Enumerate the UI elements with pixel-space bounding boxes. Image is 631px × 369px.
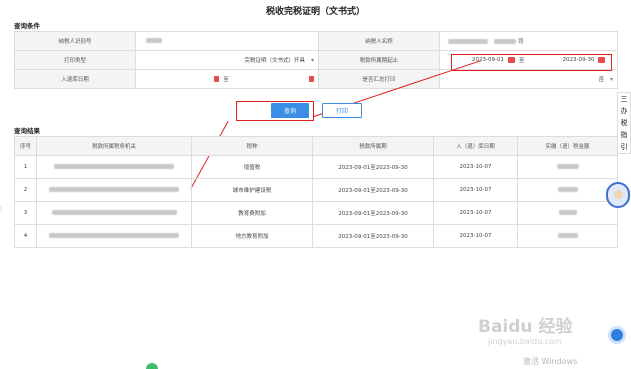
query-results-title: 查询结果 [14,127,40,135]
tax-guide-sidebar[interactable]: 三 办 税 指 引 [617,92,631,154]
column-header: 税种 [191,136,313,156]
storage-date-separator: 至 [223,77,229,83]
help-icon[interactable] [608,326,626,344]
chevron-down-icon: ▾ [609,75,613,83]
print-button[interactable]: 打印 [322,103,362,118]
taxpayer-id-label: 纳税人识别号 [14,31,136,51]
table-row[interactable]: 2 城市维护建设税 2023-09-01至2023-09-30 2023-10-… [14,178,618,202]
calendar-icon[interactable] [308,76,314,82]
taxpayer-id-field[interactable] [135,31,319,51]
watermark-logo: Baidu 经验 [478,317,573,337]
tax-period-label: 税款所属期起止 [318,50,440,70]
column-header: 入（退）库日期 [433,136,518,156]
results-header-row: 序号 税款所属税务机关 税种 税款所属期 入（退）库日期 实缴（退）税金额 [14,136,618,156]
summary-print-value: 否 [598,77,604,83]
watermark-url: jingyan.baidu.com [488,337,562,346]
query-button[interactable]: 查询 [271,103,309,118]
storage-date-range[interactable]: 至 [135,69,319,89]
results-table: 序号 税款所属税务机关 税种 税款所属期 入（退）库日期 实缴（退）税金额 1 … [14,136,618,248]
print-type-select[interactable]: 完税证明（文书式）开具 ▾ [135,50,319,70]
taxpayer-name-suffix: 司 [518,39,524,45]
status-dot-icon [146,363,158,369]
taxpayer-name-label: 纳税人名称 [318,31,440,51]
summary-print-select[interactable]: 否 ▾ [439,69,618,89]
query-conditions-title: 查询条件 [14,22,40,30]
column-header: 税款所属期 [312,136,434,156]
table-row[interactable]: 3 教育费附加 2023-09-01至2023-09-30 2023-10-07 [14,201,618,225]
column-header: 税款所属税务机关 [36,136,192,156]
column-header: 序号 [14,136,37,156]
calendar-icon[interactable] [214,76,220,82]
assistant-avatar-icon[interactable] [606,182,630,208]
storage-date-label: 入退库日期 [14,69,136,89]
table-row[interactable]: 1 增值税 2023-09-01至2023-09-30 2023-10-07 [14,155,618,179]
page-title: 税收完税证明（文书式） [265,7,365,17]
chevron-down-icon: ▾ [310,56,314,64]
print-type-value: 完税证明（文书式）开具 [244,58,305,64]
print-type-label: 打印类型 [14,50,136,70]
scroll-marker: | [0,206,3,213]
windows-activation-text: 激活 Windows [523,357,578,366]
table-row[interactable]: 4 地方教育附加 2023-09-01至2023-09-30 2023-10-0… [14,224,618,248]
column-header: 实缴（退）税金额 [517,136,618,156]
taxpayer-name-field[interactable]: 司 [439,31,618,51]
